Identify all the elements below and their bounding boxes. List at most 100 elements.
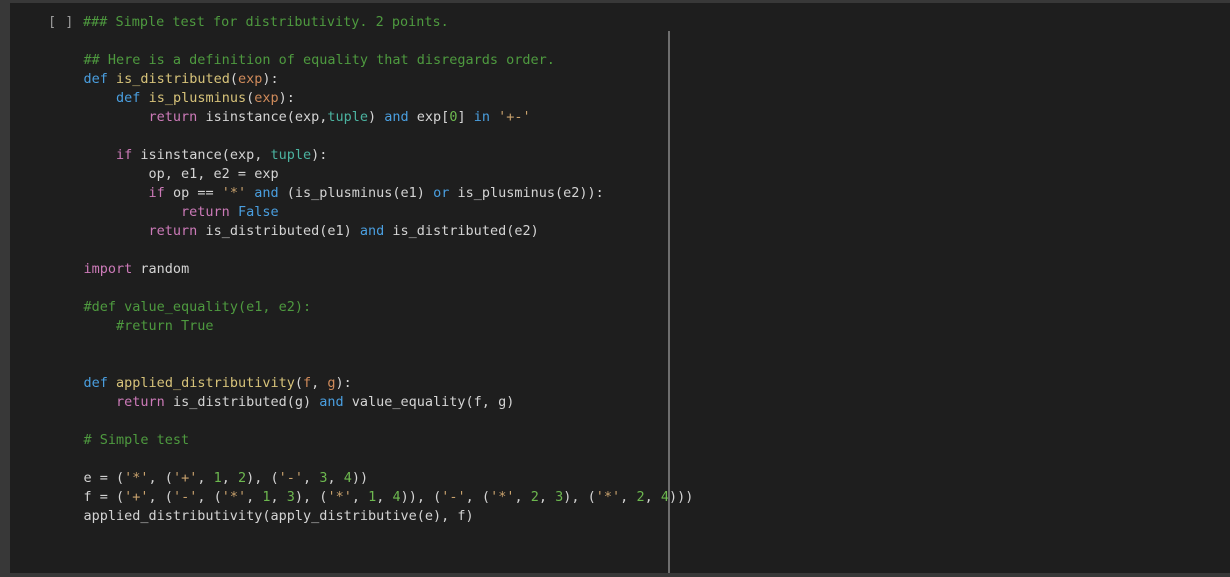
code-token: # Simple test (83, 432, 190, 448)
code-token: return (148, 223, 198, 239)
code-token: , ( (148, 470, 173, 486)
code-line: f = ('+', ('-', ('*', 1, 3), ('*', 1, 4)… (51, 488, 694, 507)
code-line: def is_distributed(exp): (51, 70, 661, 89)
code-token: 3 (286, 489, 295, 505)
code-token: and (384, 109, 409, 125)
code-token: 2 (636, 489, 645, 505)
code-token: '+' (124, 489, 149, 505)
code-token: , (351, 489, 369, 505)
code-token: isinstance(exp, (197, 109, 328, 125)
code-token: 1 (368, 489, 377, 505)
code-token: is_distributed (116, 71, 230, 87)
code-token: op, e1, e2 = exp (51, 166, 279, 182)
code-token: '*' (490, 489, 515, 505)
code-token: import (83, 261, 133, 277)
code-token: applied_distributivity (116, 375, 295, 391)
code-token: return (181, 204, 230, 220)
code-token: '*' (124, 470, 149, 486)
code-token: #def value_equality(e1, e2): (83, 299, 312, 315)
code-token: , (538, 489, 556, 505)
code-token: , (376, 489, 393, 505)
code-token: , (303, 470, 320, 486)
code-token: ) (368, 109, 385, 125)
code-token: , ( (465, 489, 491, 505)
code-token: '*' (595, 489, 621, 505)
code-token: f (303, 375, 312, 391)
code-token: '-' (441, 489, 466, 505)
code-line: #def value_equality(e1, e2): (51, 298, 661, 317)
code-token: '*' (327, 489, 352, 505)
code-token: (is_plusminus(e1) (278, 185, 434, 201)
notebook-page: [ ] ### Simple test for distributivity. … (0, 0, 1230, 577)
code-token: exp[ (408, 109, 450, 125)
code-token: ), ( (246, 470, 279, 486)
code-token: , (246, 489, 263, 505)
code-token: ## Here is a definition of equality that… (83, 52, 555, 68)
notebook-code-cell[interactable]: [ ] ### Simple test for distributivity. … (10, 3, 1230, 573)
code-token: applied_distributivity(apply_distributiv… (51, 508, 474, 524)
code-token: random (132, 261, 190, 277)
code-token: exp (237, 71, 263, 87)
code-editor[interactable]: ### Simple test for distributivity. 2 po… (51, 13, 694, 526)
code-token: 1 (262, 489, 271, 505)
code-token: , (197, 470, 214, 486)
code-token: def (83, 71, 108, 87)
code-token: value_equality(f, g) (343, 394, 515, 410)
code-token: and (254, 185, 279, 201)
code-line: # Simple test (51, 431, 661, 450)
code-line: if isinstance(exp, tuple): (51, 146, 661, 165)
code-line: #return True (51, 317, 661, 336)
code-token: , (620, 489, 637, 505)
code-token: e = ( (51, 470, 125, 486)
code-token: exp (254, 90, 279, 106)
code-token: ): (278, 90, 295, 106)
code-token: if (148, 185, 165, 201)
code-token: )), ( (400, 489, 442, 505)
code-token: ), ( (563, 489, 596, 505)
code-token: '*' (221, 185, 247, 201)
code-line: if op == '*' and (is_plusminus(e1) or is… (51, 184, 661, 203)
code-token: is_plusminus (148, 90, 247, 106)
page-footer-band (0, 573, 1230, 577)
code-line: return is_distributed(e1) and is_distrib… (51, 222, 661, 241)
code-token: ] (457, 109, 474, 125)
code-token: , ( (148, 489, 173, 505)
code-token: '*' (221, 489, 247, 505)
code-token: tuple (327, 109, 369, 125)
code-token: 4 (392, 489, 401, 505)
code-line: return False (51, 203, 661, 222)
code-token: , (270, 489, 287, 505)
code-token: ### Simple test for distributivity. 2 po… (83, 14, 449, 30)
code-token: )) (351, 470, 369, 486)
code-token: '-' (278, 470, 304, 486)
code-token: , (311, 375, 328, 391)
code-line: return isinstance(exp,tuple) and exp[0] … (51, 108, 661, 127)
code-token: or (433, 185, 450, 201)
code-token: 4 (343, 470, 352, 486)
code-token: if (116, 147, 133, 163)
code-token: ), ( (294, 489, 328, 505)
code-line: def is_plusminus(exp): (51, 89, 661, 108)
code-token: op == (164, 185, 222, 201)
code-token: is_plusminus(e2)): (449, 185, 604, 201)
